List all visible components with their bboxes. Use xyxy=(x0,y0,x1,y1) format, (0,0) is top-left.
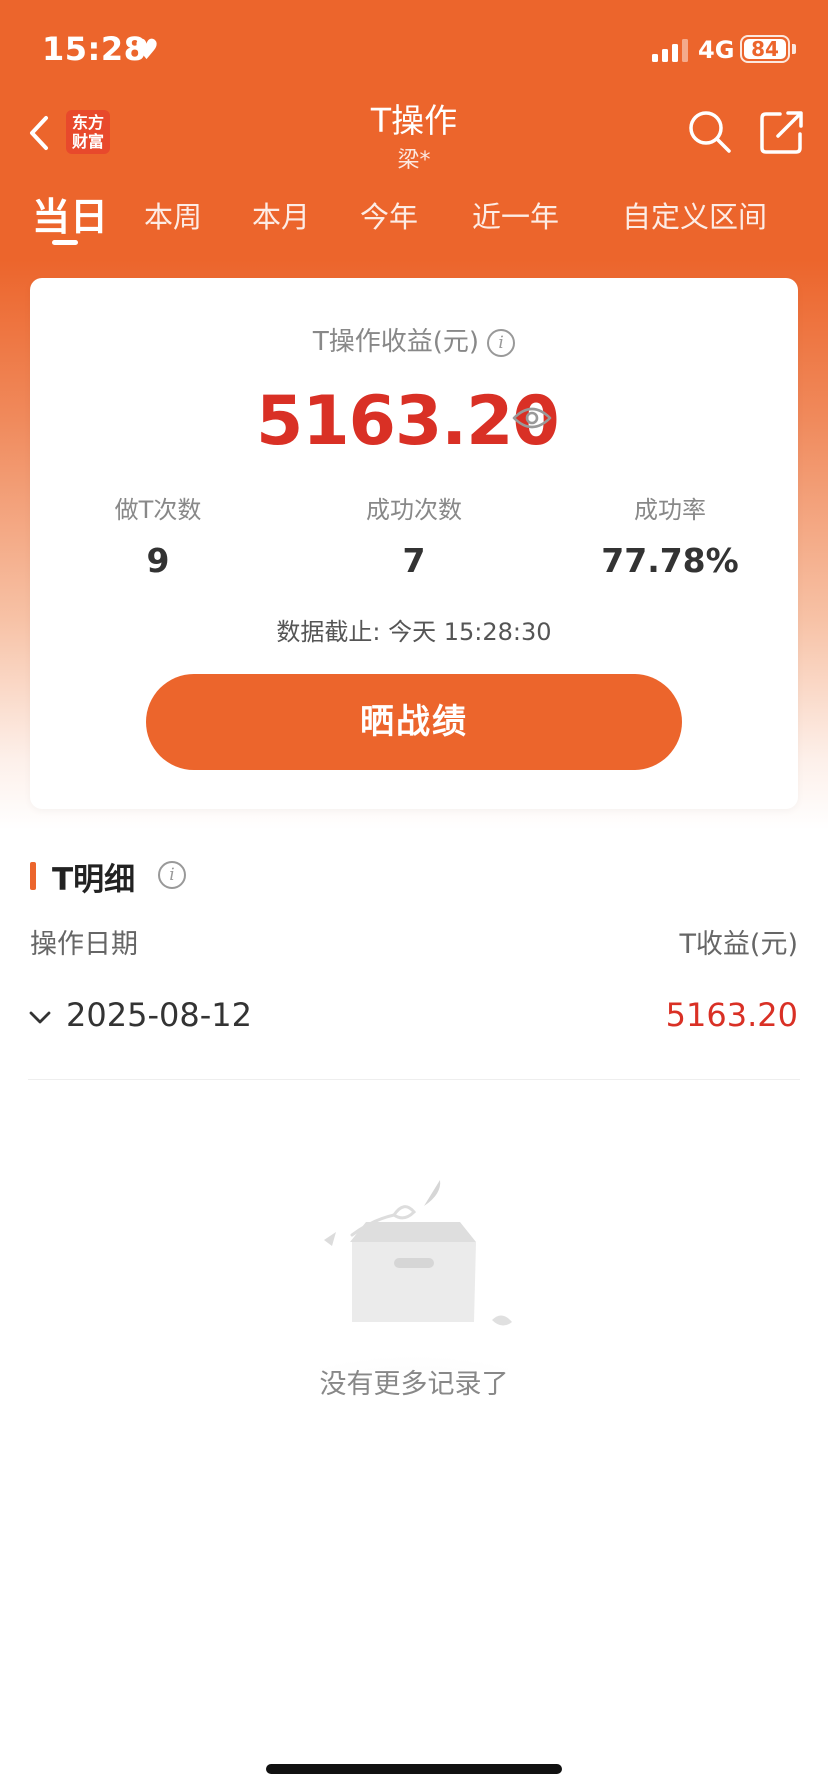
home-indicator[interactable] xyxy=(266,1764,562,1774)
column-header-profit: T收益(元) xyxy=(679,929,798,960)
summary-card: T操作收益(元) i 5163.20 做T次数 9 成功次数 7 成功率 77.7… xyxy=(30,278,798,809)
network-type: 4G xyxy=(698,36,735,64)
status-bar: 15:28 ♥ 4G 84 xyxy=(0,0,828,100)
tab-this-week[interactable]: 本周 xyxy=(144,194,202,236)
tab-today[interactable]: 当日 xyxy=(32,186,108,241)
section-accent-bar xyxy=(30,862,36,890)
stat-value: 7 xyxy=(402,541,426,580)
share-button[interactable] xyxy=(758,108,806,156)
stat-success-rate: 成功率 77.78% xyxy=(542,490,798,580)
battery-tip xyxy=(792,44,796,54)
eye-icon[interactable] xyxy=(512,404,552,432)
chevron-down-icon xyxy=(29,1011,51,1024)
row-date: 2025-08-12 xyxy=(66,996,252,1034)
tab-last-year[interactable]: 近一年 xyxy=(472,194,559,236)
status-time: 15:28 xyxy=(42,30,147,68)
stat-value: 9 xyxy=(146,541,170,580)
active-tab-indicator xyxy=(52,240,78,245)
profit-label: T操作收益(元) xyxy=(312,327,480,357)
battery-level: 84 xyxy=(744,39,786,59)
stat-label: 成功率 xyxy=(634,496,706,524)
tab-this-year[interactable]: 今年 xyxy=(360,194,418,236)
stat-value: 77.78% xyxy=(601,541,739,580)
row-profit: 5163.20 xyxy=(665,996,798,1034)
search-button[interactable] xyxy=(686,108,734,156)
tab-this-month[interactable]: 本月 xyxy=(252,194,310,236)
share-icon xyxy=(760,111,803,154)
signal-icon xyxy=(652,38,688,62)
empty-box-illustration xyxy=(254,1180,574,1370)
stat-label: 成功次数 xyxy=(366,496,462,524)
stat-label: 做T次数 xyxy=(114,496,202,524)
battery-icon: 84 xyxy=(740,35,790,63)
detail-info-icon[interactable]: i xyxy=(158,861,186,889)
stat-success-count: 成功次数 7 xyxy=(286,490,542,580)
share-results-button[interactable]: 晒战绩 xyxy=(146,674,682,770)
stat-trade-count: 做T次数 9 xyxy=(30,490,286,580)
info-icon[interactable]: i xyxy=(487,329,516,357)
data-cutoff-time: 数据截止: 今天 15:28:30 xyxy=(276,618,552,646)
detail-section-title: T明细 xyxy=(52,862,136,898)
heart-icon: ♥ xyxy=(134,33,160,66)
profit-label-row: T操作收益(元) i xyxy=(30,321,798,358)
detail-row[interactable]: 2025-08-12 5163.20 xyxy=(28,980,800,1080)
no-more-records-text: 没有更多记录了 xyxy=(319,1369,509,1400)
period-tabs: 当日 本周 本月 今年 近一年 自定义区间 xyxy=(0,186,828,246)
tab-custom-range[interactable]: 自定义区间 xyxy=(622,194,767,236)
search-icon xyxy=(689,111,731,153)
column-header-date: 操作日期 xyxy=(30,929,138,960)
